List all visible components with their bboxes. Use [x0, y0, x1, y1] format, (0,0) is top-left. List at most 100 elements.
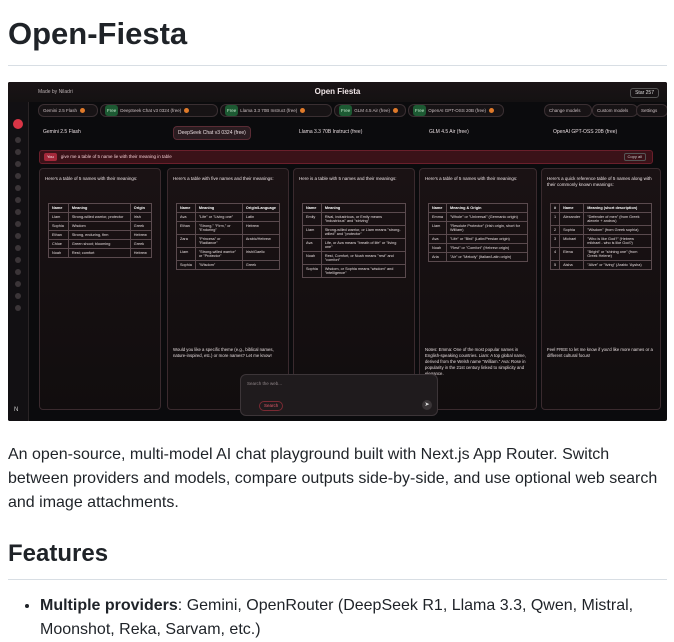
table-header-cell: Name	[48, 203, 69, 213]
response-intro: Here's a table with five names and their…	[173, 176, 274, 181]
table-row: Sophia Wisdom, or Sophia means "wisdom" a…	[302, 264, 407, 278]
chat-history-icon[interactable]	[15, 257, 21, 263]
model-chip[interactable]: Gemini 2.5 Flash	[38, 104, 98, 117]
prompt-text: give me a table of 5 name lie with their…	[60, 154, 172, 159]
chat-history-icon[interactable]	[15, 197, 21, 203]
user-prompt: You give me a table of 5 name lie with th…	[39, 150, 653, 164]
table-row: Noah Rest; comfort Hebrew	[48, 248, 153, 258]
custom-models-button[interactable]: Custom models	[592, 104, 638, 117]
table-cell: "Air" or "Melody" (Italian/Latin origin)	[445, 252, 529, 262]
features-list: Multiple providers: Gemini, OpenRouter (…	[8, 594, 667, 642]
column-headers: Gemini 2.5 Flash DeepSeek Chat v3 0324 (…	[37, 126, 663, 140]
response-footnote: Would you like a specific theme (e.g., b…	[173, 347, 274, 358]
chat-history-icon[interactable]	[15, 137, 21, 143]
table-cell: Hebrew	[129, 248, 153, 258]
table-row: Ava "Life" or "Bird" (Latin/Persian origi…	[428, 234, 529, 244]
table-row: 2 Sophia "Wisdom" (from Greek sophia)	[549, 225, 652, 235]
table-cell: Ava	[302, 238, 322, 252]
chat-history-icon[interactable]	[15, 305, 21, 311]
chat-history-icon[interactable]	[15, 293, 21, 299]
table-cell: Emily	[302, 212, 322, 226]
column-head[interactable]: OpenAI GPT-OSS 20B (free)	[553, 126, 617, 138]
table-header-cell: Meaning (short description)	[583, 203, 652, 213]
chat-history-icon[interactable]	[15, 221, 21, 227]
table-cell: Rival, industrious, or Emily means "indu…	[320, 212, 407, 226]
table-header-cell: Name	[428, 203, 447, 213]
table-cell: Liam	[428, 221, 447, 235]
chat-history-icon[interactable]	[15, 161, 21, 167]
table-row: 4 Elena "Bright" or "shining one" (from Gr…	[549, 247, 652, 261]
table-row: Noah Rest, Comfort, or Noah means "rest" …	[302, 251, 407, 265]
table-cell: Alexander	[559, 212, 585, 226]
table-cell: Hebrew	[241, 221, 281, 235]
table-cell: Noah	[302, 251, 322, 265]
table-cell: "Life" or "Living one"	[194, 212, 243, 222]
chat-history-icon[interactable]	[15, 245, 21, 251]
change-models-button[interactable]: Change models	[544, 104, 592, 117]
table-cell: 5	[549, 260, 561, 270]
table-header-cell: Name	[176, 203, 196, 213]
table-header-cell: Name	[559, 203, 585, 213]
chat-history-icon[interactable]	[15, 185, 21, 191]
send-icon[interactable]: ➤	[422, 400, 432, 410]
table-cell: Sophia	[302, 264, 322, 278]
table-row: Zara "Princess" or "Radiance" Arabic/Hebre…	[176, 234, 281, 248]
chat-history-icon[interactable]	[15, 269, 21, 275]
table-cell: Wisdom	[67, 221, 131, 231]
web-search-toggle[interactable]: Search	[259, 401, 284, 411]
table-cell: Emma	[428, 212, 447, 222]
table-cell: Elena	[559, 247, 585, 261]
readme-document: Open-Fiesta N Made by Niladri Open Fiest…	[8, 0, 667, 642]
column-head[interactable]: Llama 3.3 70B Instruct (free)	[299, 126, 362, 138]
table-cell: Liam	[48, 212, 69, 222]
table-cell: "Strong," "Firm," or "Enduring"	[194, 221, 243, 235]
table-header-cell: Origin	[129, 203, 153, 213]
column-head[interactable]: GLM 4.5 Air (free)	[429, 126, 469, 138]
response-intro: Here is a table with 5 names and their m…	[299, 176, 397, 181]
table-cell: Irish	[129, 212, 153, 222]
table-row: Liam "Resolute Protector" (Irish origin, …	[428, 221, 529, 235]
table-row: Noah "Rest" or "Comfort" (Hebrew origin)	[428, 243, 529, 253]
table-cell: 2	[549, 225, 561, 235]
features-heading: Features	[8, 539, 667, 580]
table-cell: "Who is like God?" (Hebrew mikhael - who…	[583, 234, 652, 248]
table-row: 5 Aisha "Alive" or "living" (Arabic 'Aysha…	[549, 260, 652, 270]
model-response-column: Here's a table of 5 names with their mea…	[39, 168, 161, 410]
table-cell: Strong, enduring, firm	[67, 230, 131, 240]
settings-button[interactable]: Settings	[636, 104, 667, 117]
new-chat-icon[interactable]	[13, 119, 23, 129]
table-cell: Liam	[302, 225, 322, 239]
table-cell: "Wisdom" (from Greek sophia)	[583, 225, 652, 235]
table-cell: 3	[549, 234, 561, 248]
feature-title: Multiple providers	[40, 597, 178, 614]
chat-input[interactable]: Search the web... Search ➤	[240, 374, 438, 416]
model-chip[interactable]: Free OpenAI GPT-OSS 20B (free)	[408, 104, 504, 117]
chat-input-placeholder: Search the web...	[247, 381, 283, 386]
table-cell: Wisdom, or Sophia means "wisdom" and "in…	[320, 264, 407, 278]
github-star-button[interactable]: Star 257	[630, 88, 659, 98]
app-title: Open Fiesta	[314, 87, 361, 96]
chat-history-icon[interactable]	[15, 209, 21, 215]
copy-all-button[interactable]: Copy all	[623, 153, 646, 161]
chat-history-icon[interactable]	[15, 173, 21, 179]
chat-history-icon[interactable]	[15, 281, 21, 287]
column-head[interactable]: DeepSeek Chat v3 0324 (free)	[173, 126, 251, 140]
table-cell: Noah	[428, 243, 447, 253]
column-head[interactable]: Gemini 2.5 Flash	[43, 126, 81, 138]
table-cell: Aisha	[559, 260, 585, 270]
model-chip[interactable]: Free DeepSeek Chat v3 0324 (free)	[100, 104, 218, 117]
model-chip-bar: Gemini 2.5 Flash Free DeepSeek Chat v3 03…	[30, 104, 667, 118]
chat-history-icon[interactable]	[15, 149, 21, 155]
table-cell: Ava	[176, 212, 196, 222]
chat-history-icon[interactable]	[15, 233, 21, 239]
table-cell: Zara	[176, 234, 196, 248]
model-chip[interactable]: Free GLM 4.5 Air (free)	[334, 104, 406, 117]
table-cell: Greek	[129, 239, 153, 249]
response-intro: Here's a table of 5 names with their mea…	[425, 176, 518, 181]
response-footnote: Feel FREE to let me know if you'd like m…	[547, 347, 653, 358]
table-row: Sophia Wisdom Greek	[48, 221, 153, 231]
model-chip[interactable]: Free Llama 3.3 70B Instruct (free)	[220, 104, 332, 117]
table-cell: "Rest" or "Comfort" (Hebrew origin)	[445, 243, 529, 253]
you-badge: You	[44, 153, 57, 161]
table-header-cell: Meaning & Origin	[445, 203, 529, 213]
